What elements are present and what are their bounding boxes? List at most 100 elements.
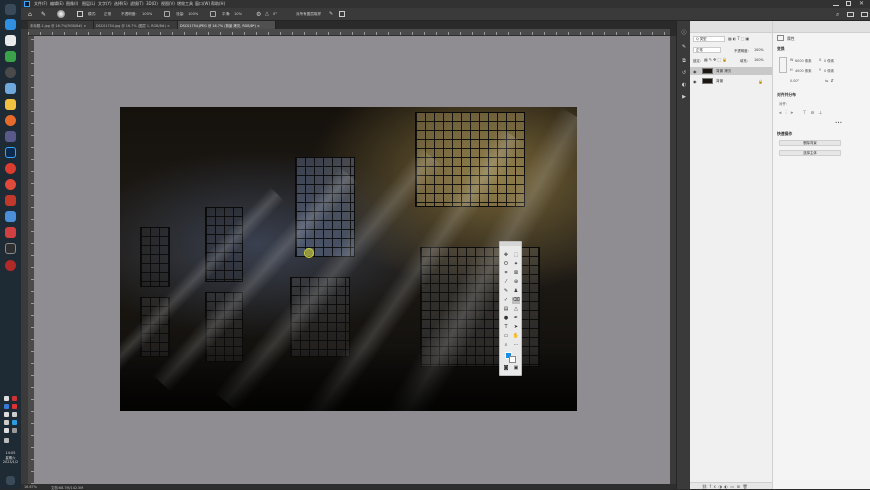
app-icon-1[interactable] [5,19,16,30]
document-tab-active[interactable]: DSC01754.JPEG @ 16.7% (背景 拷贝, RGB/8*) × [178,21,276,29]
layer-action-icons[interactable]: ⛓fx◑◐▭⊞🗑 [702,484,750,489]
menu-select[interactable]: 选择(S) [114,1,128,7]
fill-input[interactable]: 100% [754,58,764,62]
menu-help[interactable]: 帮助(H) [211,1,225,7]
dodge-tool-icon[interactable]: ● [502,315,510,322]
history-brush-tool-icon[interactable]: ✓ [502,297,510,304]
menu-edit[interactable]: 编辑(E) [50,1,64,7]
home-icon[interactable]: ⌂ [28,11,32,18]
app-icon-6[interactable] [5,115,16,126]
menu-file[interactable]: 文件(F) [34,1,47,7]
close-icon[interactable]: ✕ [859,0,864,7]
document-tab[interactable]: DSC01754.jpg @ 16.7% (图层 1, RGB/8#) × [94,21,178,29]
layer-filter-input[interactable]: Q 类型 [693,36,725,42]
app-icon-9[interactable] [5,195,16,206]
tray-icon[interactable] [4,438,9,443]
brush-settings-icon[interactable] [77,11,83,17]
zoom-level[interactable]: 16.67% [24,485,37,489]
align-icons[interactable]: ⫷⫶⫸ ⊤⊝⊥ [779,110,826,116]
blur-tool-icon[interactable]: △ [512,306,520,313]
menu-type[interactable]: 文字(Y) [98,1,112,7]
photoshop-icon[interactable] [5,147,16,158]
app-icon-12[interactable] [5,243,16,254]
layer-row[interactable]: ◉ 背景 🔒 [690,77,772,85]
clone-source-icon[interactable]: ⧉ [680,57,688,65]
eraser-tool-icon[interactable]: ⌫ [512,297,520,304]
pen-tool-icon[interactable]: ✒ [512,315,520,322]
layer-filter-icons[interactable]: ▦◐T⬚▣ [728,36,768,42]
app-icon-4[interactable] [5,67,16,78]
rectangle-tool-icon[interactable]: ▭ [502,333,510,340]
lasso-tool-icon[interactable]: ʘ [502,261,510,268]
blend-mode-select[interactable]: 正常 [693,47,721,53]
angle-input[interactable]: 0° [273,12,277,16]
gradient-tool-icon[interactable]: ▤ [502,306,510,313]
app-icon-3[interactable] [5,51,16,62]
tray-icon[interactable] [4,396,9,401]
workspace-icon[interactable] [847,12,854,17]
tray-icon[interactable] [4,404,9,409]
quick-actions-section-title[interactable]: 快速操作 [777,131,792,137]
menu-3d[interactable]: 3D(D) [146,1,158,6]
tray-icon[interactable] [12,412,17,417]
brush-panel-icon[interactable]: ✎ [680,43,688,51]
tray-icon[interactable] [4,412,9,417]
notification-icon[interactable] [6,476,15,485]
actions-icon[interactable]: ▶ [680,93,688,101]
app-icon-7[interactable] [5,131,16,142]
symmetry-icon[interactable] [339,11,345,17]
screen-mode-icon[interactable]: ▣ [512,365,520,372]
adjustments-icon[interactable]: ◐ [680,81,688,89]
tray-icon[interactable] [12,396,17,401]
angle-value[interactable]: 0.00° [790,79,799,83]
tray-icon[interactable] [12,404,17,409]
menu-filter[interactable]: 滤镜(T) [130,1,144,7]
transform-section-title[interactable]: 变换 [777,46,785,52]
background-color-swatch[interactable] [509,356,516,363]
remove-background-button[interactable]: 删除背景 [779,140,841,146]
brush-preset-picker[interactable] [57,10,65,18]
x-value[interactable]: 0 像素 [824,58,834,63]
app-icon-11[interactable] [5,227,16,238]
airbrush-icon[interactable] [210,11,216,17]
toolbox-header[interactable] [500,242,521,246]
hand-tool-icon[interactable]: ✋ [512,333,520,340]
app-icon-13[interactable] [5,260,16,271]
w-value[interactable]: 6000 像素 [795,58,812,63]
pressure-size-icon[interactable]: ✎ [329,11,333,17]
smooth-input[interactable]: 10% [234,12,242,16]
share-icon[interactable] [861,12,868,17]
visibility-eye-icon[interactable]: ◉ [693,69,697,74]
menu-view[interactable]: 视图(V) [161,1,175,7]
quick-mask-icon[interactable]: ◙ [502,365,510,372]
app-icon-10[interactable] [5,211,16,222]
sample-all-layers-label[interactable]: 对所有图层取样 [296,12,321,17]
taskbar-clock[interactable]: 14:05 星期六 2023/1/2 [0,451,21,465]
path-selection-tool-icon[interactable]: ➤ [512,324,520,331]
chrome-icon[interactable] [5,163,16,174]
app-icon-8[interactable] [5,179,16,190]
lock-icons[interactable]: ▦✎✥⬚🔒 [704,57,728,62]
tray-icon[interactable] [12,420,17,425]
tray-icon[interactable] [4,428,9,433]
opacity-input[interactable]: 100% [142,12,152,16]
history-icon[interactable]: ↺ [680,69,688,77]
type-tool-icon[interactable]: T [502,324,510,331]
menu-image[interactable]: 图像(I) [66,1,78,7]
flow-input[interactable]: 100% [188,12,198,16]
y-value[interactable]: 0 像素 [824,68,834,73]
frame-tool-icon[interactable]: ⊠ [512,270,520,277]
crop-tool-icon[interactable]: ⌗ [502,270,510,277]
search-icon[interactable]: ⌕ [836,11,839,19]
healing-brush-tool-icon[interactable]: ⊕ [512,279,520,286]
app-icon-2[interactable] [5,35,16,46]
maximize-icon[interactable] [846,1,851,6]
menu-plugins[interactable]: 增效工具 [177,1,193,7]
folder-icon[interactable] [5,99,16,110]
mode-select[interactable]: 正常 [104,12,111,17]
windows-start-icon[interactable] [5,4,16,15]
align-section-title[interactable]: 对齐并分布 [777,92,796,98]
more-tools-icon[interactable]: ⋯ [512,342,520,349]
document-tab[interactable]: 未标题-1.jpg @ 16.7%(RGB/8#) × [28,21,94,29]
app-icon-5[interactable] [5,83,16,94]
